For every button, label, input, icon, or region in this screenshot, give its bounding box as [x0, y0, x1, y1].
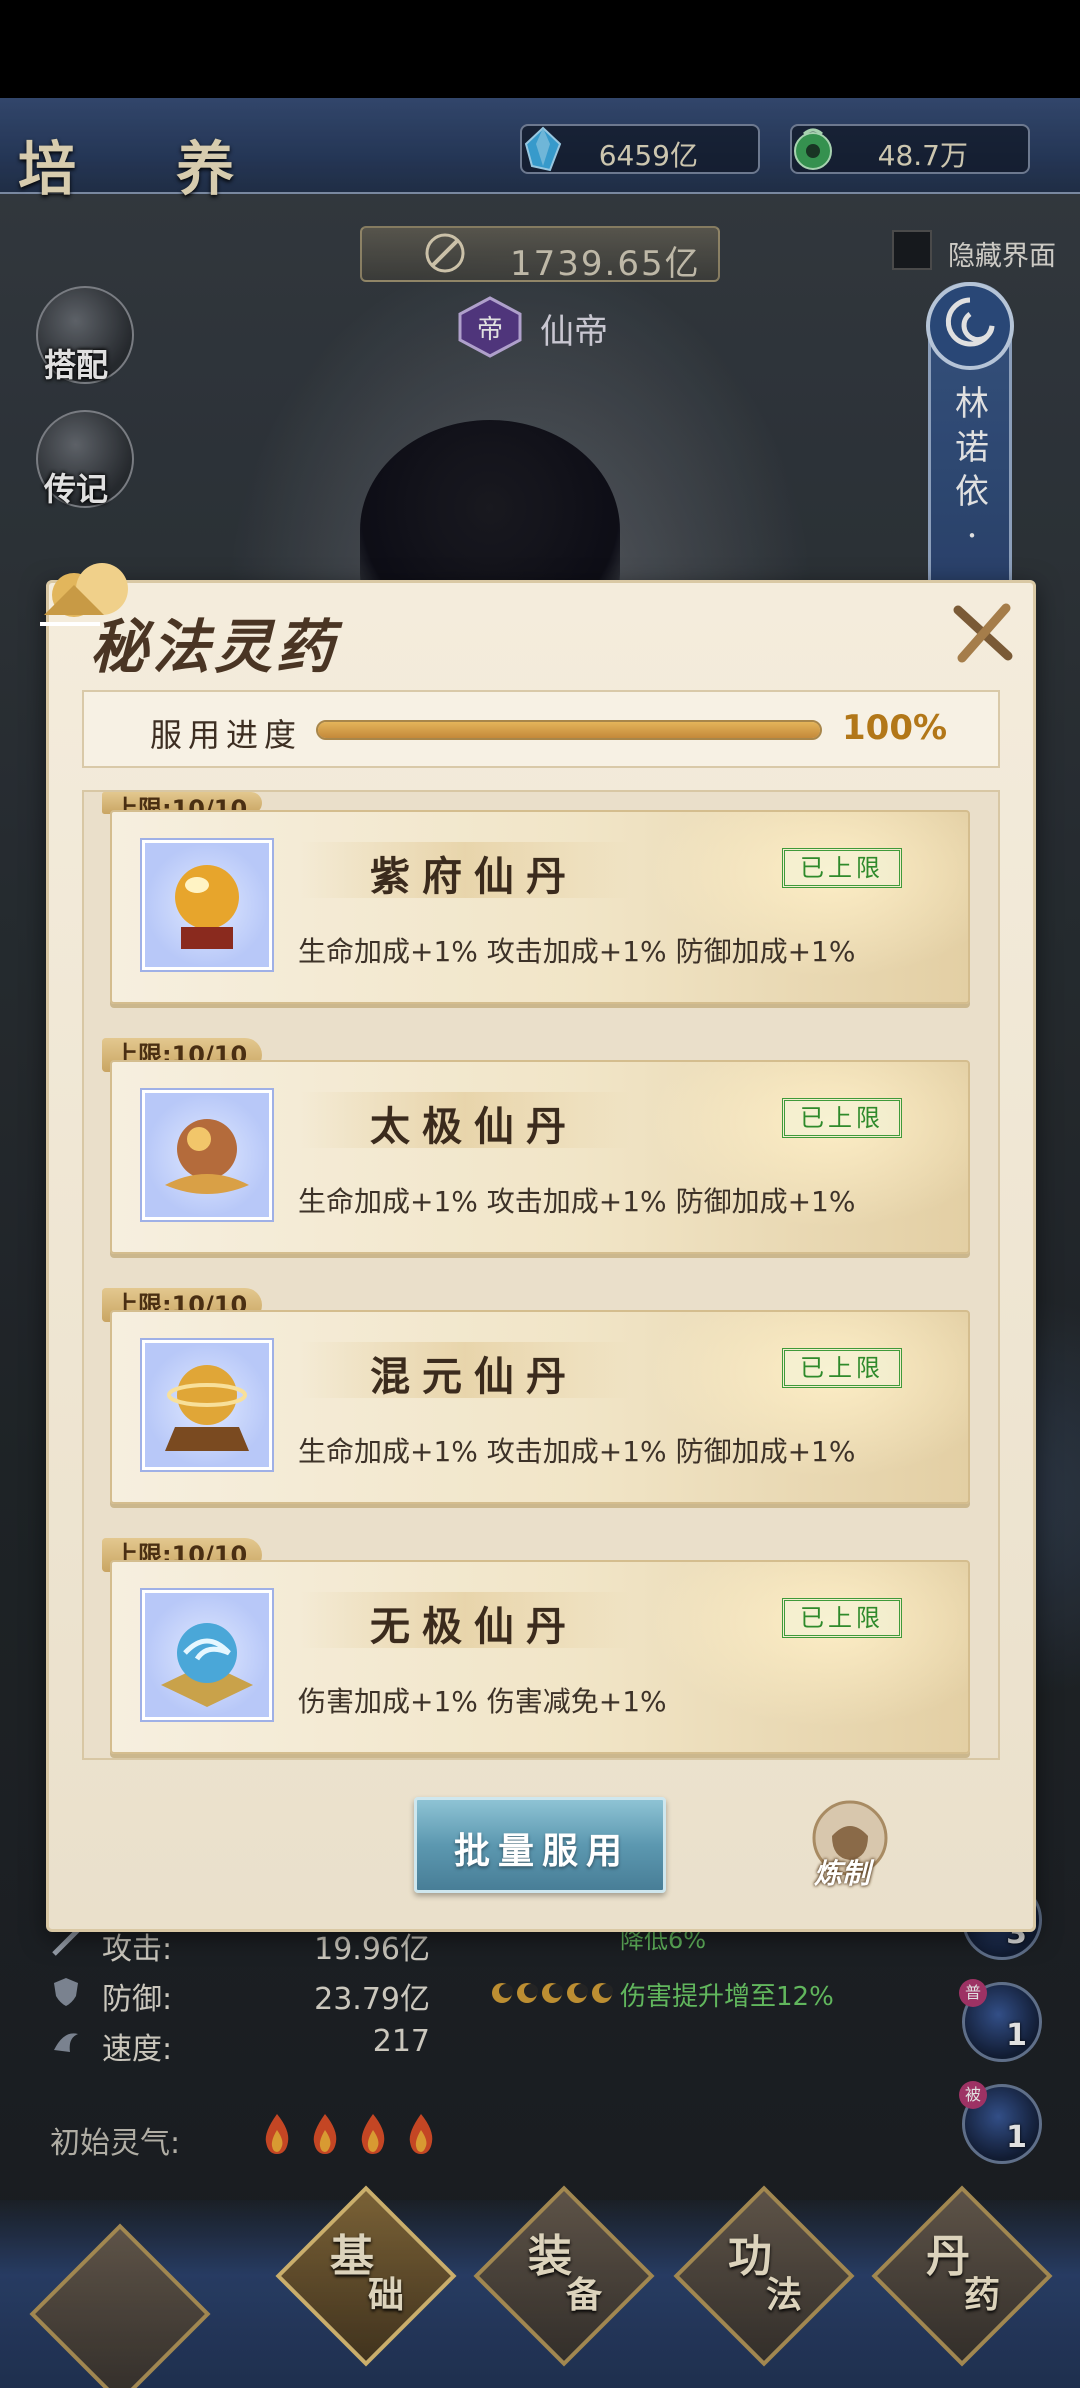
maxed-badge: 已上限 — [782, 1598, 902, 1638]
zifu-elixir-icon — [175, 865, 239, 949]
elixir-item-icon — [142, 1090, 272, 1220]
elixir-item-icon — [142, 840, 272, 970]
elixir-item-icon — [142, 1340, 272, 1470]
elixir-effect: 生命加成+1% 攻击加成+1% 防御加成+1% — [298, 935, 856, 968]
elixir-effect: 伤害加成+1% 伤害减免+1% — [298, 1685, 667, 1718]
close-icon[interactable] — [948, 598, 1018, 668]
maxed-badge: 已上限 — [782, 1348, 902, 1388]
progress-bar — [316, 720, 822, 740]
progress-label: 服用进度 — [150, 716, 303, 754]
maxed-badge: 已上限 — [782, 848, 902, 888]
elixir-item-icon — [142, 1590, 272, 1720]
elixir-name: 混元仙丹 — [370, 1353, 578, 1400]
progress-percent: 100% — [842, 708, 948, 748]
elixir-effect: 生命加成+1% 攻击加成+1% 防御加成+1% — [298, 1435, 856, 1468]
elixir-name: 太极仙丹 — [370, 1103, 578, 1150]
elixir-name: 无极仙丹 — [370, 1603, 578, 1650]
elixir-effect: 生命加成+1% 攻击加成+1% 防御加成+1% — [298, 1185, 856, 1218]
progress-fill — [318, 722, 820, 738]
refine-label[interactable]: 炼制 — [814, 1852, 870, 1892]
hunyuan-elixir-icon — [165, 1365, 249, 1451]
taiji-elixir-icon — [165, 1119, 249, 1194]
elixir-name: 紫府仙丹 — [370, 853, 578, 900]
modal-title: 秘法灵药 — [90, 613, 339, 681]
maxed-badge: 已上限 — [782, 1098, 902, 1138]
batch-consume-label[interactable]: 批量服用 — [454, 1822, 630, 1874]
status-bar — [0, 0, 1080, 98]
wuji-elixir-icon — [161, 1623, 253, 1707]
